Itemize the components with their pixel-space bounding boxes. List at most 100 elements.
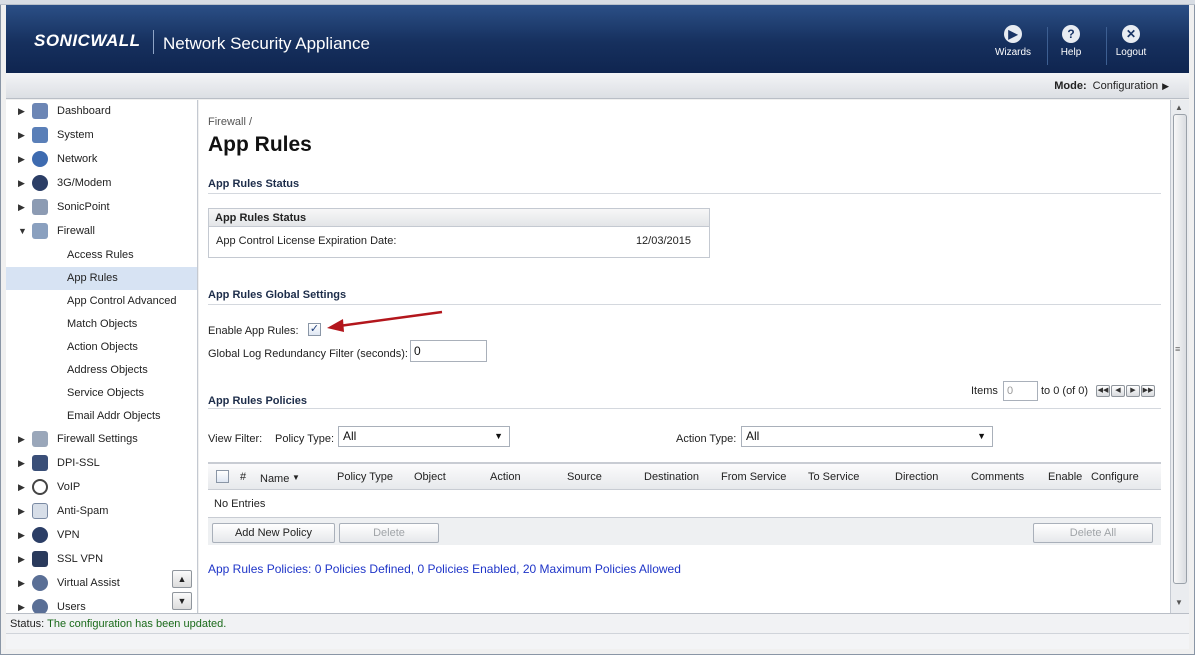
status-section-heading: App Rules Status <box>208 178 1161 194</box>
logout-button[interactable]: ✕ Logout <box>1106 25 1156 58</box>
voip-icon <box>32 479 48 495</box>
license-expiration-label: App Control License Expiration Date: <box>216 235 397 247</box>
sidebar-item-3g-modem[interactable]: ▶ 3G/Modem <box>6 172 197 195</box>
app-title: Network Security Appliance <box>163 34 370 53</box>
enable-app-rules-checkbox[interactable]: ✓ <box>308 323 321 336</box>
sidebar-subitem-match-objects[interactable]: Match Objects <box>6 313 197 336</box>
sidebar-subitem-app-control-advanced[interactable]: App Control Advanced <box>6 290 197 313</box>
policies-table-header: # Name ▼ Policy Type Object Action Sourc… <box>208 462 1161 490</box>
sidebar-item-dashboard[interactable]: ▶ Dashboard <box>6 100 197 123</box>
breadcrumb[interactable]: Firewall / <box>208 116 252 128</box>
collapse-arrow-icon[interactable]: ▼ <box>18 220 27 243</box>
action-type-label: Action Type: <box>676 433 737 445</box>
help-button[interactable]: ? Help <box>1046 25 1096 58</box>
sidebar-item-label: VPN <box>57 529 80 541</box>
sidebar-subitem-access-rules[interactable]: Access Rules <box>6 244 197 267</box>
sort-arrow-icon[interactable]: ▼ <box>292 473 300 482</box>
logout-label: Logout <box>1115 47 1147 58</box>
view-filter-label: View Filter: <box>208 433 263 445</box>
sidebar-item-network[interactable]: ▶ Network <box>6 148 197 171</box>
expand-arrow-icon[interactable]: ▶ <box>18 596 25 613</box>
items-input[interactable]: 0 <box>1003 381 1038 401</box>
sidebar-item-sonicpoint[interactable]: ▶ SonicPoint <box>6 196 197 219</box>
sidebar-item-label: Users <box>57 601 86 613</box>
next-page-icon[interactable]: ▶ <box>1126 385 1140 397</box>
sidebar-subitem-address-objects[interactable]: Address Objects <box>6 359 197 382</box>
sidebar-scroll-down-button[interactable]: ▼ <box>172 592 192 610</box>
sidebar-item-virtual-assist[interactable]: ▶ Virtual Assist <box>6 572 197 595</box>
sidebar-subitem-service-objects[interactable]: Service Objects <box>6 382 197 405</box>
action-type-value: All <box>746 429 760 443</box>
sidebar-item-ssl-vpn[interactable]: ▶ SSL VPN <box>6 548 197 571</box>
expand-arrow-icon[interactable]: ▶ <box>18 196 25 219</box>
sidebar-item-vpn[interactable]: ▶ VPN <box>6 524 197 547</box>
column-configure[interactable]: Configure <box>1091 471 1139 483</box>
expand-arrow-icon[interactable]: ▶ <box>18 148 25 171</box>
expand-arrow-icon[interactable]: ▶ <box>18 548 25 571</box>
add-new-policy-button[interactable]: Add New Policy <box>212 523 335 543</box>
sidebar-subitem-email-addr-objects[interactable]: Email Addr Objects <box>6 405 197 428</box>
expand-arrow-icon[interactable]: ▶ <box>18 476 25 499</box>
virtual-assist-icon <box>32 575 48 591</box>
prev-page-icon[interactable]: ◀ <box>1111 385 1125 397</box>
expand-arrow-icon[interactable]: ▶ <box>18 524 25 547</box>
policy-type-select[interactable]: All ▼ <box>338 426 510 447</box>
sidebar-item-label: Anti-Spam <box>57 505 109 517</box>
sidebar-item-users[interactable]: ▶ Users <box>6 596 197 613</box>
column-comments[interactable]: Comments <box>971 471 1024 483</box>
last-page-icon[interactable]: ▶▶ <box>1141 385 1155 397</box>
column-direction[interactable]: Direction <box>895 471 938 483</box>
column-name[interactable]: Name <box>260 473 289 485</box>
sidebar-item-label: Network <box>57 153 98 165</box>
scroll-down-icon[interactable]: ▼ <box>1175 598 1183 607</box>
column-number[interactable]: # <box>240 471 246 483</box>
first-page-icon[interactable]: ◀◀ <box>1096 385 1110 397</box>
sidebar-item-system[interactable]: ▶ System <box>6 124 197 147</box>
expand-arrow-icon[interactable]: ▶ <box>18 172 25 195</box>
sidebar-subitem-app-rules[interactable]: App Rules <box>6 267 197 290</box>
system-icon <box>32 127 48 143</box>
column-policy-type[interactable]: Policy Type <box>337 471 393 483</box>
sidebar-item-anti-spam[interactable]: ▶ Anti-Spam <box>6 500 197 523</box>
sidebar-item-label: Firewall Settings <box>57 433 138 445</box>
dropdown-arrow-icon: ▼ <box>977 431 986 441</box>
column-action[interactable]: Action <box>490 471 521 483</box>
network-icon <box>32 151 48 167</box>
column-from-service[interactable]: From Service <box>721 471 786 483</box>
expand-arrow-icon[interactable]: ▶ <box>18 124 25 147</box>
column-to-service[interactable]: To Service <box>808 471 859 483</box>
items-label: Items <box>971 385 998 397</box>
main-content: Firewall / App Rules App Rules Status Ap… <box>199 100 1170 613</box>
sidebar-subitem-action-objects[interactable]: Action Objects <box>6 336 197 359</box>
delete-button[interactable]: Delete <box>339 523 439 543</box>
expand-arrow-icon[interactable]: ▶ <box>18 572 25 595</box>
dpi-ssl-icon <box>32 455 48 471</box>
sidebar-item-voip[interactable]: ▶ VoIP <box>6 476 197 499</box>
mode-arrow-icon[interactable]: ▶ <box>1162 81 1169 91</box>
wizards-button[interactable]: ▶ Wizards <box>988 25 1038 58</box>
column-object[interactable]: Object <box>414 471 446 483</box>
log-filter-input[interactable]: 0 <box>410 340 487 362</box>
delete-all-button[interactable]: Delete All <box>1033 523 1153 543</box>
expand-arrow-icon[interactable]: ▶ <box>18 500 25 523</box>
log-filter-label: Global Log Redundancy Filter (seconds): <box>208 348 408 360</box>
column-enable[interactable]: Enable <box>1048 471 1082 483</box>
expand-arrow-icon[interactable]: ▶ <box>18 452 25 475</box>
scroll-up-icon[interactable]: ▲ <box>1175 103 1183 112</box>
sidebar-item-firewall[interactable]: ▼ Firewall <box>6 220 197 243</box>
license-expiration-value: 12/03/2015 <box>635 235 691 247</box>
status-message: The configuration has been updated. <box>47 618 227 630</box>
sidebar-item-firewall-settings[interactable]: ▶ Firewall Settings <box>6 428 197 451</box>
main-scrollbar[interactable]: ▲ ≡ ▼ <box>1170 100 1189 613</box>
action-type-select[interactable]: All ▼ <box>741 426 993 447</box>
sidebar-item-dpi-ssl[interactable]: ▶ DPI-SSL <box>6 452 197 475</box>
expand-arrow-icon[interactable]: ▶ <box>18 100 25 123</box>
column-source[interactable]: Source <box>567 471 602 483</box>
mode-value[interactable]: Configuration <box>1093 80 1158 92</box>
sidebar-scroll-up-button[interactable]: ▲ <box>172 570 192 588</box>
wizard-icon: ▶ <box>1004 25 1022 43</box>
annotation-arrow-icon <box>327 310 443 332</box>
select-all-checkbox[interactable] <box>216 470 229 483</box>
expand-arrow-icon[interactable]: ▶ <box>18 428 25 451</box>
column-destination[interactable]: Destination <box>644 471 699 483</box>
